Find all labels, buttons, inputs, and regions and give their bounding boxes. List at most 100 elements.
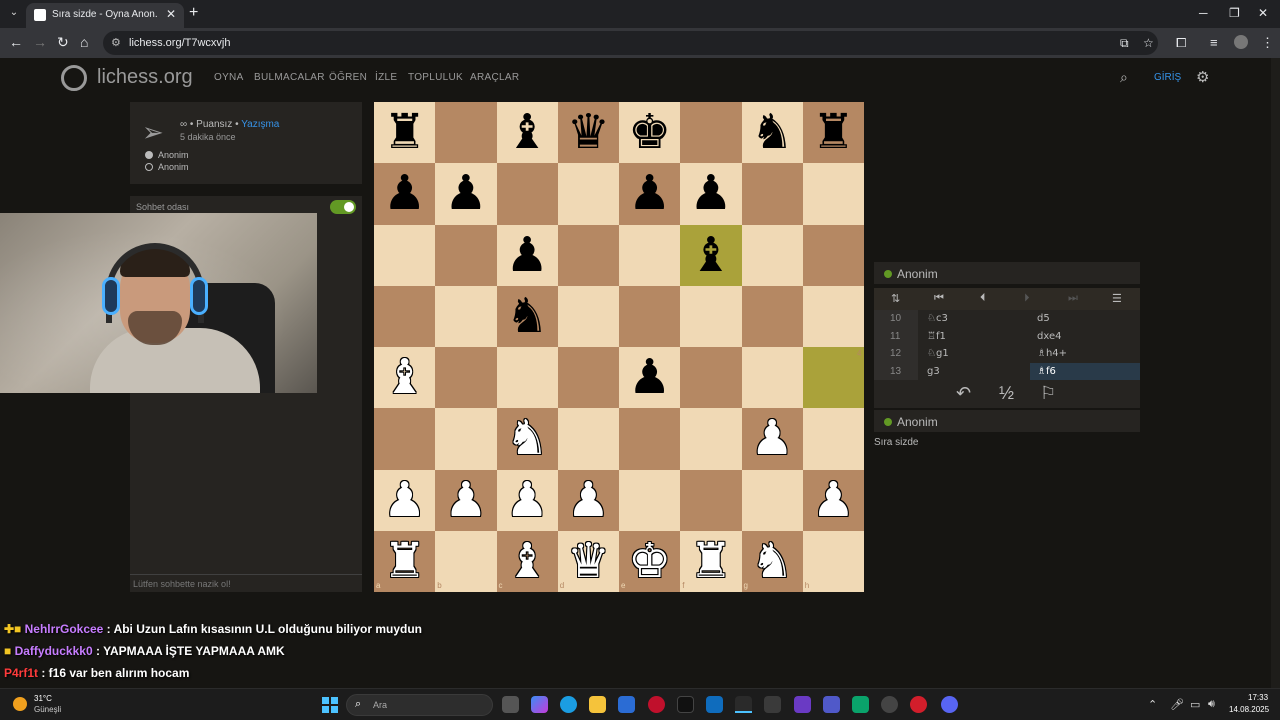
close-window-icon[interactable]: ✕ xyxy=(1258,6,1268,20)
lichess-logo-icon[interactable] xyxy=(61,65,87,91)
app-icon-2[interactable] xyxy=(852,696,869,713)
square-h1[interactable] xyxy=(802,530,864,592)
move-black[interactable]: ♗f6 xyxy=(1030,362,1140,380)
file-explorer-icon[interactable] xyxy=(589,696,606,713)
nav-play[interactable]: OYNA xyxy=(214,72,244,83)
square-d7[interactable] xyxy=(557,163,619,225)
new-tab-plus-icon[interactable]: + xyxy=(189,4,198,22)
square-g7[interactable] xyxy=(741,163,803,225)
page-scrollbar[interactable] xyxy=(1271,58,1280,688)
square-c7[interactable] xyxy=(496,163,558,225)
black-piece-f7[interactable]: ♟ xyxy=(680,163,741,224)
browser-tab[interactable]: Sıra sizde - Oyna Anon. • lichess ✕ xyxy=(26,3,184,28)
white-piece-b2[interactable]: ♟ xyxy=(435,470,496,531)
site-logo[interactable]: lichess.org xyxy=(97,66,193,89)
nav-learn[interactable]: ÖĞREN xyxy=(329,72,367,83)
extensions-icon[interactable]: ⧠ xyxy=(1176,35,1186,51)
nav-tools[interactable]: ARAÇLAR xyxy=(470,72,519,83)
black-piece-e4[interactable]: ♟ xyxy=(619,347,680,408)
network-icon[interactable]: ▭ xyxy=(1190,698,1200,711)
chrome-icon[interactable] xyxy=(735,696,752,713)
white-piece-g1[interactable]: ♞ xyxy=(742,531,803,592)
square-b8[interactable] xyxy=(435,102,497,164)
copilot-icon[interactable] xyxy=(531,696,548,713)
black-piece-g8[interactable]: ♞ xyxy=(742,102,803,163)
square-f4[interactable] xyxy=(680,347,742,409)
square-e3[interactable] xyxy=(619,408,681,470)
nav-watch[interactable]: İZLE xyxy=(375,72,397,83)
move-black[interactable]: ♗h4+ xyxy=(1030,345,1140,363)
prev-move-icon[interactable]: ⏴ xyxy=(980,292,986,305)
media-control-icon[interactable]: ≡ xyxy=(1210,35,1218,50)
forward-arrow-icon[interactable]: → xyxy=(33,34,47,50)
black-piece-e7[interactable]: ♟ xyxy=(619,163,680,224)
black-piece-d8[interactable]: ♛ xyxy=(558,102,619,163)
discord-icon[interactable] xyxy=(941,696,958,713)
white-piece-c2[interactable]: ♟ xyxy=(497,470,558,531)
square-b6[interactable] xyxy=(435,224,497,286)
tab-search-chevron-icon[interactable]: ⌄ xyxy=(6,5,22,21)
white-piece-a2[interactable]: ♟ xyxy=(374,470,435,531)
correspondence-link[interactable]: Yazışma xyxy=(241,119,279,130)
square-g6[interactable] xyxy=(741,224,803,286)
gear-icon[interactable]: ⚙ xyxy=(1196,68,1209,86)
square-f2[interactable] xyxy=(680,469,742,531)
square-g2[interactable] xyxy=(741,469,803,531)
app-icon-3[interactable] xyxy=(910,696,927,713)
square-d4[interactable] xyxy=(557,347,619,409)
square-h6[interactable] xyxy=(802,224,864,286)
search-icon[interactable]: ⌕ xyxy=(1120,69,1128,86)
flip-board-icon[interactable]: ⇅ xyxy=(891,292,900,305)
resign-flag-icon[interactable]: ⚐ xyxy=(1040,383,1056,404)
square-d5[interactable] xyxy=(557,285,619,347)
chess-board[interactable]: 8 7 6 5 4 3 2 1 a b c d e f g h ♜ ♝ ♛ ♚ ♞ ♜ ♟ ♟ ♟ ♟ ♟ ♝ ♞ ♝ ♟ ♞ ♟ ♟ ♟ ♟ ♟ ♟ ♜ ♝… xyxy=(374,102,864,592)
takeback-icon[interactable]: ↶ xyxy=(956,383,971,404)
site-info-icon[interactable]: ⚙ xyxy=(111,36,121,49)
move-white[interactable]: g3 xyxy=(918,363,1030,381)
square-e6[interactable] xyxy=(619,224,681,286)
nav-puzzles[interactable]: BULMACALAR xyxy=(254,72,325,83)
white-piece-g3[interactable]: ♟ xyxy=(742,408,803,469)
white-piece-a4[interactable]: ♝ xyxy=(374,347,435,408)
square-b5[interactable] xyxy=(435,285,497,347)
weather-desc[interactable]: Güneşli xyxy=(34,705,61,714)
square-g4[interactable] xyxy=(741,347,803,409)
white-piece-a1[interactable]: ♜ xyxy=(374,531,435,592)
white-piece-c3[interactable]: ♞ xyxy=(497,408,558,469)
square-a5[interactable] xyxy=(374,285,436,347)
player-black[interactable]: Anonim xyxy=(145,162,189,172)
address-bar[interactable]: ⚙ lichess.org/T7wcxvjh ⧉ ☆ xyxy=(103,31,1158,55)
square-b3[interactable] xyxy=(435,408,497,470)
windows-start-icon[interactable] xyxy=(322,697,338,713)
maximize-icon[interactable]: ❐ xyxy=(1229,6,1240,20)
clock-time[interactable]: 17:33 xyxy=(1248,693,1268,702)
offer-draw-button[interactable]: ½ xyxy=(999,383,1014,404)
m365-icon[interactable] xyxy=(794,696,811,713)
task-view-icon[interactable] xyxy=(502,696,519,713)
taskbar-search[interactable]: ⌕ Ara xyxy=(346,694,493,716)
first-move-icon[interactable]: ⏮ xyxy=(934,292,944,305)
square-c4[interactable] xyxy=(496,347,558,409)
login-link[interactable]: GİRİŞ xyxy=(1154,72,1181,83)
square-a6[interactable] xyxy=(374,224,436,286)
minimize-icon[interactable]: ─ xyxy=(1199,6,1208,20)
chat-input[interactable]: Lütfen sohbette nazik ol! xyxy=(130,574,362,592)
square-f3[interactable] xyxy=(680,408,742,470)
square-d6[interactable] xyxy=(557,224,619,286)
square-h4[interactable] xyxy=(802,347,864,409)
back-arrow-icon[interactable]: ← xyxy=(9,34,23,50)
browser-menu-icon[interactable]: ⋮ xyxy=(1261,35,1274,51)
square-f8[interactable] xyxy=(680,102,742,164)
square-e5[interactable] xyxy=(619,285,681,347)
white-piece-d1[interactable]: ♛ xyxy=(558,531,619,592)
volume-icon[interactable]: 🔊︎ xyxy=(1208,698,1215,711)
white-piece-h2[interactable]: ♟ xyxy=(803,470,864,531)
square-b4[interactable] xyxy=(435,347,497,409)
square-d3[interactable] xyxy=(557,408,619,470)
home-icon[interactable]: ⌂ xyxy=(80,34,88,50)
chat-toggle[interactable] xyxy=(330,200,356,214)
opponent-name[interactable]: Anonim xyxy=(897,267,938,281)
square-g5[interactable] xyxy=(741,285,803,347)
microphone-icon[interactable]: 🎤︎ xyxy=(1170,698,1184,711)
square-a3[interactable] xyxy=(374,408,436,470)
